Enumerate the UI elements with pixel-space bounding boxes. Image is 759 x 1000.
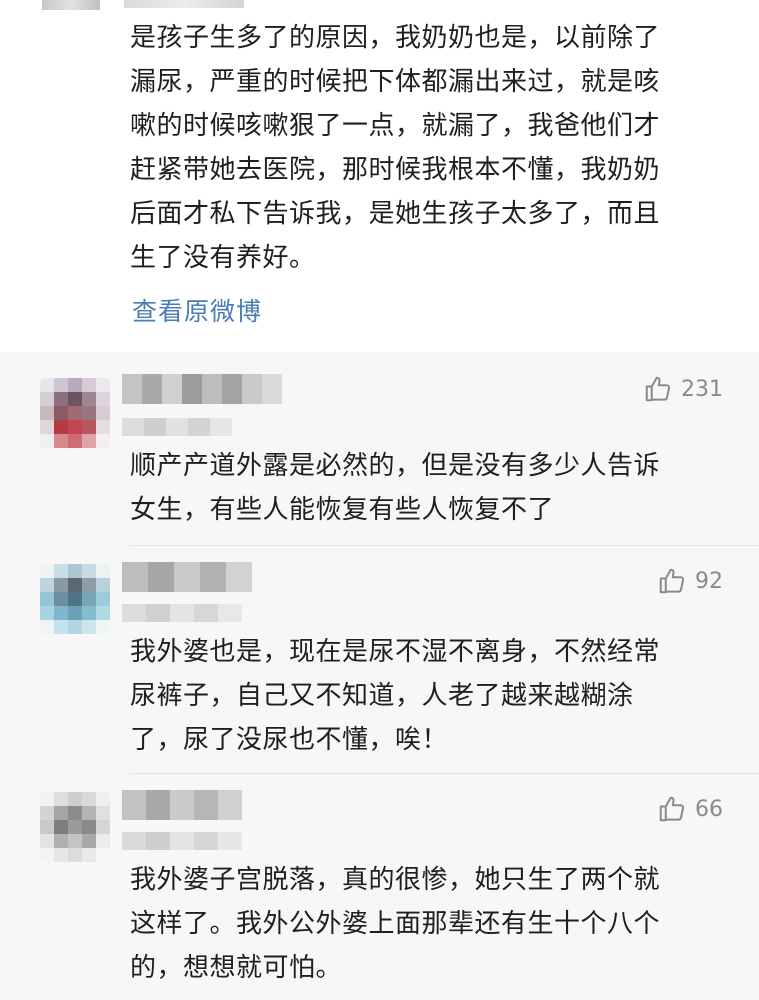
comment-text-line: 尿裤子，自己又不知道，人老了越来越糊涂 bbox=[130, 681, 634, 711]
post-text-line: 生了没有养好。 bbox=[130, 243, 316, 273]
avatar[interactable] bbox=[40, 792, 110, 862]
blurred-username[interactable] bbox=[122, 562, 252, 592]
post-text-line: 后面才私下告诉我，是她生孩子太多了，而且 bbox=[130, 199, 661, 229]
blurred-avatar-fragment bbox=[42, 0, 100, 10]
thumbs-up-icon bbox=[659, 796, 685, 822]
comment-text: 我外婆也是，现在是尿不湿不离身，不然经常 尿裤子，自己又不知道，人老了越来越糊涂… bbox=[130, 630, 730, 762]
comment-text-line: 这样了。我外公外婆上面那辈还有生十个八个 bbox=[130, 909, 661, 939]
like-button[interactable]: 66 bbox=[657, 794, 723, 824]
comment-text-line: 我外婆子宫脱落，真的很惨，她只生了两个就 bbox=[130, 865, 661, 895]
post-text: 是孩子生多了的原因，我奶奶也是，以前除了 漏尿，严重的时候把下体都漏出来过，就是… bbox=[130, 16, 730, 280]
comment-item: 92 我外婆也是，现在是尿不湿不离身，不然经常 尿裤子，自己又不知道，人老了越来… bbox=[0, 546, 759, 774]
original-post: 是孩子生多了的原因，我奶奶也是，以前除了 漏尿，严重的时候把下体都漏出来过，就是… bbox=[0, 0, 759, 352]
view-original-post-link[interactable]: 查看原微博 bbox=[132, 292, 262, 328]
avatar[interactable] bbox=[40, 378, 110, 448]
post-text-line: 漏尿，严重的时候把下体都漏出来过，就是咳 bbox=[130, 67, 661, 97]
comment-text-line: 女生，有些人能恢复有些人恢复不了 bbox=[130, 495, 555, 525]
like-count: 92 bbox=[695, 568, 723, 594]
blurred-name-fragment bbox=[124, 0, 244, 8]
blurred-username[interactable] bbox=[122, 790, 242, 820]
comment-text-line: 顺产产道外露是必然的，但是没有多少人告诉 bbox=[130, 451, 661, 481]
blurred-comment-meta bbox=[122, 832, 242, 850]
like-button[interactable]: 231 bbox=[643, 374, 723, 404]
comment-list: 231 顺产产道外露是必然的，但是没有多少人告诉 女生，有些人能恢复有些人恢复不… bbox=[0, 352, 759, 1000]
like-count: 66 bbox=[695, 796, 723, 822]
blurred-username[interactable] bbox=[122, 374, 282, 404]
blurred-comment-meta bbox=[122, 418, 232, 436]
comment-item: 231 顺产产道外露是必然的，但是没有多少人告诉 女生，有些人能恢复有些人恢复不… bbox=[0, 352, 759, 546]
like-count: 231 bbox=[681, 376, 723, 402]
comment-text-line: 我外婆也是，现在是尿不湿不离身，不然经常 bbox=[130, 637, 661, 667]
like-button[interactable]: 92 bbox=[657, 566, 723, 596]
comment-text: 顺产产道外露是必然的，但是没有多少人告诉 女生，有些人能恢复有些人恢复不了 bbox=[130, 444, 730, 532]
comment-text: 我外婆子宫脱落，真的很惨，她只生了两个就 这样了。我外公外婆上面那辈还有生十个八… bbox=[130, 858, 730, 990]
post-text-line: 赶紧带她去医院，那时候我根本不懂，我奶奶 bbox=[130, 155, 661, 185]
avatar[interactable] bbox=[40, 564, 110, 634]
post-text-line: 是孩子生多了的原因，我奶奶也是，以前除了 bbox=[130, 23, 661, 53]
blurred-comment-meta bbox=[122, 604, 242, 622]
thumbs-up-icon bbox=[659, 568, 685, 594]
comment-text-line: 的，想想就可怕。 bbox=[130, 953, 343, 983]
post-text-line: 嗽的时候咳嗽狠了一点，就漏了，我爸他们才 bbox=[130, 111, 661, 141]
thumbs-up-icon bbox=[645, 376, 671, 402]
comment-item: 66 我外婆子宫脱落，真的很惨，她只生了两个就 这样了。我外公外婆上面那辈还有生… bbox=[0, 774, 759, 1000]
comment-text-line: 了，尿了没尿也不懂，唉！ bbox=[130, 725, 449, 755]
